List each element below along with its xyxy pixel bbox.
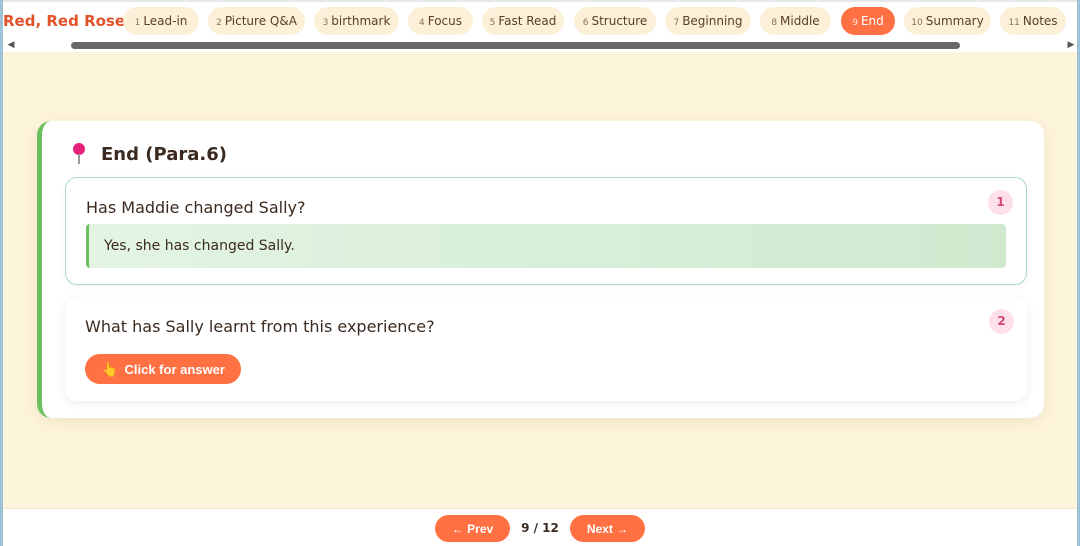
question-number-badge: 1 [988,190,1013,215]
click-for-answer-button[interactable]: 👆 Click for answer [85,354,241,384]
question-text: What has Sally learnt from this experien… [85,317,435,336]
tab-summary[interactable]: 10 Summary [904,7,991,35]
tab-strip: 1 Lead-in 2 Picture Q&A 3 birthmark 4 Focus … [123,7,1073,37]
question-block-1: Has Maddie changed Sally? 1 Yes, she has… [65,177,1027,285]
question-text: Has Maddie changed Sally? [86,198,306,217]
tab-beginning[interactable]: 7 Beginning [665,7,751,35]
prev-button[interactable]: ← Prev [435,515,510,542]
next-button[interactable]: Next → [570,515,645,542]
tab-scrollbar[interactable]: ◀ ▶ [3,40,1077,51]
tab-fast-read[interactable]: 5 Fast Read [482,7,564,35]
app-title: Red, Red Rose [3,12,126,30]
tab-middle[interactable]: 8 Middle [760,7,831,35]
pager-footer: ← Prev 9 / 12 Next → [3,508,1077,546]
answer-box: Yes, she has changed Sally. [86,224,1006,268]
tab-notes[interactable]: 11 Notes [1000,7,1066,35]
content-card: End (Para.6) Has Maddie changed Sally? 1… [37,121,1044,418]
scroll-left-arrow-icon[interactable]: ◀ [5,40,17,50]
question-block-2: What has Sally learnt from this experien… [65,297,1027,401]
card-title: End (Para.6) [101,143,227,165]
scrollbar-thumb[interactable] [71,42,960,49]
tab-birthmark[interactable]: 3 birthmark [314,7,399,35]
tab-lead-in[interactable]: 1 Lead-in [123,7,199,35]
tab-picture-qa[interactable]: 2 Picture Q&A [208,7,305,35]
pushpin-icon [72,142,86,166]
button-label: Click for answer [124,361,225,377]
tab-structure[interactable]: 6 Structure [574,7,656,35]
pointing-hand-icon: 👆 [101,360,119,377]
tab-focus[interactable]: 4 Focus [408,7,473,35]
top-nav-bar: Red, Red Rose 1 Lead-in 2 Picture Q&A 3 bir… [3,0,1077,52]
card-header: End (Para.6) [72,141,227,167]
question-number-badge: 2 [989,309,1014,334]
tab-end[interactable]: 9 End [841,7,895,35]
page-indicator: 9 / 12 [521,521,559,535]
scroll-right-arrow-icon[interactable]: ▶ [1065,40,1077,50]
